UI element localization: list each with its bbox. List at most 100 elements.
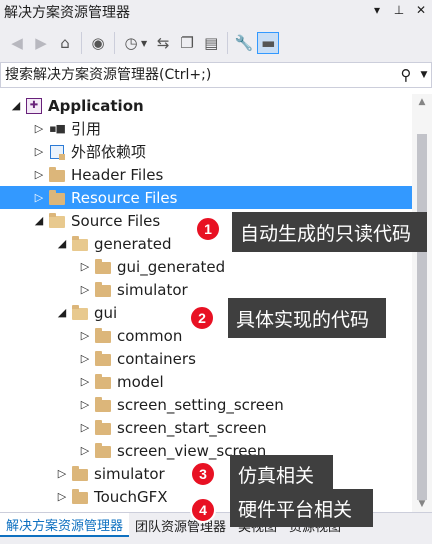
tree-item[interactable]: ▷ model bbox=[0, 370, 412, 393]
tree-item[interactable]: ▷ Resource Files bbox=[0, 186, 412, 209]
scroll-down-icon[interactable]: ▼ bbox=[412, 496, 432, 512]
tree-item-label: simulator bbox=[94, 464, 165, 483]
folder-icon bbox=[92, 441, 114, 461]
folder-glyph-icon bbox=[95, 419, 111, 435]
collapsed-arrow-icon[interactable]: ▷ bbox=[78, 283, 92, 296]
folder-icon bbox=[92, 280, 114, 300]
sync-icon[interactable]: ⇆ bbox=[152, 32, 174, 54]
switch-views-icon[interactable]: ◉ bbox=[87, 32, 109, 54]
collapsed-arrow-icon[interactable]: ▷ bbox=[78, 329, 92, 342]
folder-icon bbox=[92, 326, 114, 346]
references-glyph-icon: ▪■ bbox=[49, 122, 66, 135]
tree-item-label: common bbox=[117, 326, 183, 345]
folder-glyph-icon bbox=[95, 396, 111, 412]
tree-item[interactable]: ▷ screen_view_screen bbox=[0, 439, 412, 462]
folder-icon bbox=[92, 372, 114, 392]
collapsed-arrow-icon[interactable]: ▷ bbox=[32, 145, 46, 158]
tree-item[interactable]: ▷ containers bbox=[0, 347, 412, 370]
tree-item-label: screen_start_screen bbox=[117, 418, 267, 437]
tree-item-label: 引用 bbox=[71, 120, 102, 138]
tab-solution-explorer[interactable]: 解决方案资源管理器 bbox=[0, 513, 130, 537]
folder-glyph-icon bbox=[72, 235, 88, 251]
wrench-icon[interactable]: 🔧 bbox=[233, 32, 255, 54]
tab-team-explorer[interactable]: 团队资源管理器 bbox=[129, 513, 232, 537]
collapse-all-icon[interactable]: ❐ bbox=[176, 32, 198, 54]
annotation-badge: 2 bbox=[189, 305, 215, 331]
scroll-up-icon[interactable]: ▲ bbox=[412, 94, 432, 110]
annotation-callout: 仿真相关 bbox=[230, 455, 333, 493]
toolbar: ◀ ▶ ⌂ ◉ ◷ ▼ ⇆ ❐ ▤ 🔧 ▬ bbox=[0, 24, 432, 62]
collapsed-arrow-icon[interactable]: ▷ bbox=[78, 375, 92, 388]
tree-item-label: containers bbox=[117, 349, 196, 368]
back-icon[interactable]: ◀ bbox=[6, 32, 28, 54]
tree-item-label: Header Files bbox=[71, 165, 164, 184]
show-all-files-icon[interactable]: ▤ bbox=[200, 32, 222, 54]
tree-item-label: 外部依赖项 bbox=[71, 143, 147, 161]
folder-icon bbox=[92, 395, 114, 415]
collapsed-arrow-icon[interactable]: ▷ bbox=[32, 122, 46, 135]
collapsed-arrow-icon[interactable]: ▷ bbox=[32, 191, 46, 204]
folder-icon bbox=[92, 349, 114, 369]
expanded-arrow-icon[interactable]: ◢ bbox=[55, 306, 69, 319]
tree-item-label: TouchGFX bbox=[94, 487, 168, 506]
tree-item-label: Resource Files bbox=[71, 188, 178, 207]
collapsed-arrow-icon[interactable]: ▷ bbox=[78, 444, 92, 457]
annotation-badge: 4 bbox=[190, 497, 216, 523]
folder-icon bbox=[46, 188, 68, 208]
collapsed-arrow-icon[interactable]: ▷ bbox=[55, 467, 69, 480]
tree-item-label: simulator bbox=[117, 280, 188, 299]
folder-icon bbox=[69, 464, 91, 484]
folder-glyph-icon bbox=[95, 373, 111, 389]
tree-item[interactable]: ▷ ▪■ 引用 bbox=[0, 117, 412, 140]
collapsed-arrow-icon[interactable]: ▷ bbox=[78, 421, 92, 434]
tree-item[interactable]: ▷ 外部依赖项 bbox=[0, 140, 412, 163]
folder-glyph-icon bbox=[95, 442, 111, 458]
tree-item-label: gui_generated bbox=[117, 257, 226, 276]
window-title-bar: 解决方案资源管理器 ▾ ⊥ ✕ bbox=[0, 0, 432, 24]
tree-item[interactable]: ◢ ✚ Application bbox=[0, 94, 412, 117]
references-icon: ▪■ bbox=[46, 119, 68, 139]
folder-glyph-icon bbox=[49, 212, 65, 228]
tree-item-label: Source Files bbox=[71, 211, 161, 230]
forward-icon[interactable]: ▶ bbox=[30, 32, 52, 54]
toolbar-separator bbox=[114, 32, 115, 54]
folder-glyph-icon bbox=[72, 304, 88, 320]
vertical-scrollbar[interactable]: ▲ ▼ bbox=[412, 94, 432, 512]
search-options-dropdown-icon[interactable]: ▼ bbox=[417, 70, 431, 80]
annotation-callout: 自动生成的只读代码 bbox=[232, 212, 427, 252]
search-input[interactable] bbox=[1, 64, 395, 86]
collapsed-arrow-icon[interactable]: ▷ bbox=[78, 260, 92, 273]
tree-item[interactable]: ▷ gui_generated bbox=[0, 255, 412, 278]
tree-item-label: gui bbox=[94, 303, 118, 322]
annotation-badge: 3 bbox=[190, 461, 216, 487]
home-icon[interactable]: ⌂ bbox=[54, 32, 76, 54]
window-title: 解决方案资源管理器 bbox=[4, 5, 130, 21]
collapsed-arrow-icon[interactable]: ▷ bbox=[55, 490, 69, 503]
collapsed-arrow-icon[interactable]: ▷ bbox=[78, 398, 92, 411]
folder-glyph-icon bbox=[95, 327, 111, 343]
chevron-down-icon[interactable]: ▼ bbox=[141, 39, 147, 48]
tree-item[interactable]: ▷ Header Files bbox=[0, 163, 412, 186]
collapsed-arrow-icon[interactable]: ▷ bbox=[78, 352, 92, 365]
folder-glyph-icon bbox=[49, 189, 65, 205]
search-icon[interactable]: ⚲ bbox=[395, 66, 417, 84]
folder-glyph-icon bbox=[95, 350, 111, 366]
expanded-arrow-icon[interactable]: ◢ bbox=[55, 237, 69, 250]
tree-item-label: Application bbox=[48, 96, 144, 115]
close-icon[interactable]: ✕ bbox=[414, 3, 428, 17]
expanded-arrow-icon[interactable]: ◢ bbox=[9, 99, 23, 112]
folder-icon bbox=[92, 418, 114, 438]
pin-icon[interactable]: ⊥ bbox=[392, 3, 406, 17]
collapsed-arrow-icon[interactable]: ▷ bbox=[32, 168, 46, 181]
expanded-arrow-icon[interactable]: ◢ bbox=[32, 214, 46, 227]
pending-changes-icon[interactable]: ◷ bbox=[120, 32, 142, 54]
dropdown-icon[interactable]: ▾ bbox=[370, 3, 384, 17]
folder-glyph-icon bbox=[72, 488, 88, 504]
folder-icon bbox=[69, 487, 91, 507]
external-glyph-icon bbox=[50, 144, 65, 160]
folder-icon bbox=[46, 165, 68, 185]
tree-item[interactable]: ▷ screen_start_screen bbox=[0, 416, 412, 439]
tree-item[interactable]: ▷ screen_setting_screen bbox=[0, 393, 412, 416]
scroll-thumb[interactable] bbox=[417, 134, 427, 500]
preview-icon[interactable]: ▬ bbox=[257, 32, 280, 54]
